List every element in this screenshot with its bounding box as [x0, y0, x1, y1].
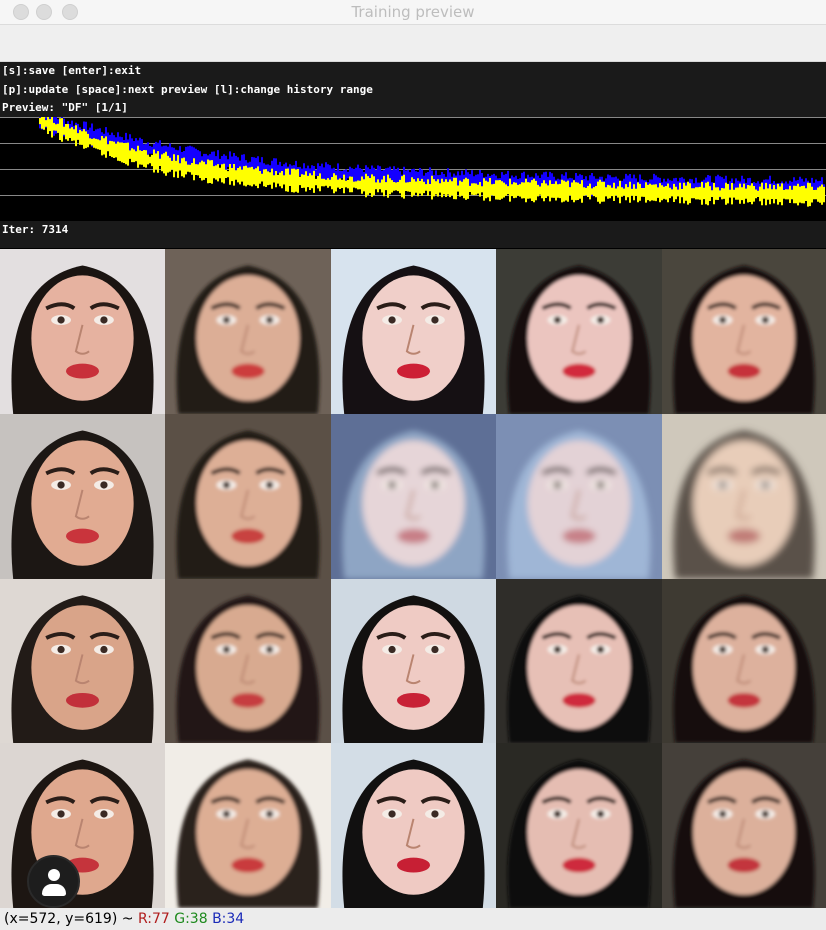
preview-image	[331, 249, 496, 414]
pixel-green-value: G:38	[174, 911, 208, 927]
preview-image	[165, 249, 331, 414]
preview-image	[0, 414, 165, 579]
preview-image	[165, 414, 331, 579]
preview-image	[0, 743, 165, 908]
window-toolbar	[0, 25, 826, 62]
help-line-update-preview: [p]:update [space]:next preview [l]:chan…	[2, 83, 373, 96]
preview-image	[331, 743, 496, 908]
preview-image	[165, 743, 331, 908]
preview-label: Preview: "DF" [1/1]	[2, 101, 128, 114]
status-bar: (x=572, y=619) ~ R:77 G:38 B:34	[0, 908, 826, 930]
preview-image	[662, 743, 826, 908]
cursor-coordinates: (x=572, y=619) ~	[4, 911, 138, 927]
preview-image	[0, 579, 165, 743]
person-icon	[48, 869, 60, 881]
preview-image	[331, 414, 496, 579]
preview-image	[496, 579, 662, 743]
window-title: Training preview	[351, 3, 475, 21]
loss-series-line	[39, 117, 825, 207]
preview-image	[662, 249, 826, 414]
preview-image	[165, 579, 331, 743]
preview-image	[0, 249, 165, 414]
loss-history-plot	[39, 117, 825, 207]
person-icon-body	[42, 884, 66, 896]
preview-image	[496, 249, 662, 414]
preview-grid	[0, 249, 826, 908]
info-panel: [s]:save [enter]:exit [p]:update [space]…	[0, 62, 826, 248]
preview-image	[496, 743, 662, 908]
preview-image	[496, 414, 662, 579]
help-line-save-exit: [s]:save [enter]:exit	[2, 64, 142, 77]
preview-image	[662, 579, 826, 743]
preview-canvas[interactable]: [s]:save [enter]:exit [p]:update [space]…	[0, 62, 826, 908]
loss-history-graph	[0, 117, 826, 221]
pixel-blue-value: B:34	[212, 911, 245, 927]
window-titlebar: Training preview	[0, 0, 826, 25]
iteration-counter: Iter: 7314	[2, 223, 69, 236]
user-avatar-button[interactable]	[27, 855, 80, 908]
preview-image	[662, 414, 826, 579]
preview-image	[331, 579, 496, 743]
pixel-red-value: R:77	[137, 911, 170, 927]
